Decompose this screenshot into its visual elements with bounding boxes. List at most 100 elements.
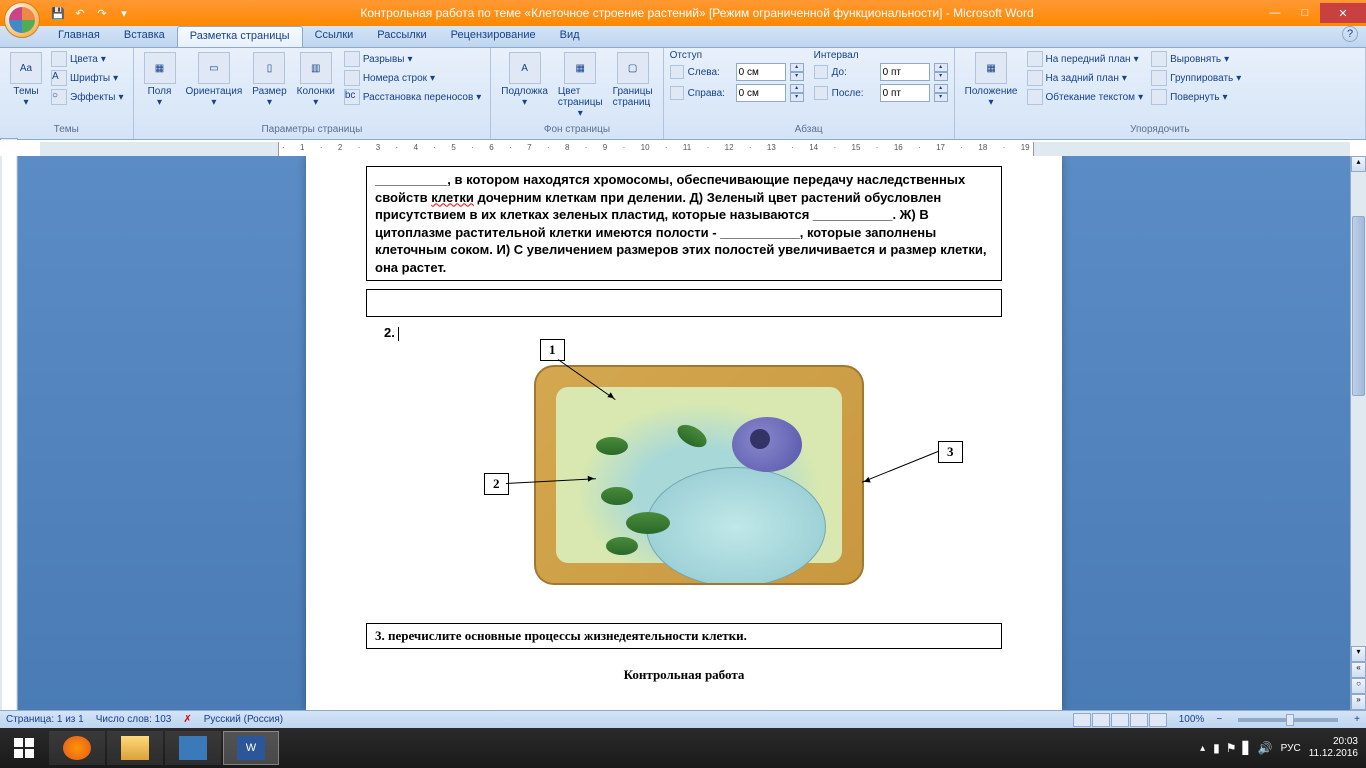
orientation-button[interactable]: ▭Ориентация▾ xyxy=(182,50,247,110)
print-layout-view[interactable] xyxy=(1073,713,1091,727)
themes-button[interactable]: AaТемы▾ xyxy=(6,50,46,110)
scroll-up-button[interactable]: ▴ xyxy=(1351,156,1366,172)
language-indicator[interactable]: РУС xyxy=(1281,743,1301,754)
outline-view[interactable] xyxy=(1130,713,1148,727)
breaks-button[interactable]: Разрывы ▾ xyxy=(341,50,484,68)
answer-box-1[interactable] xyxy=(366,289,1002,317)
tab-view[interactable]: Вид xyxy=(548,26,592,47)
next-page-button[interactable]: » xyxy=(1351,694,1366,710)
tab-review[interactable]: Рецензирование xyxy=(439,26,548,47)
page-borders-button[interactable]: ▢Границы страниц xyxy=(609,50,657,110)
line-numbers-button[interactable]: Номера строк ▾ xyxy=(341,69,484,87)
group-themes: AaТемы▾ Цвета ▾ AШрифты ▾ ○Эффекты ▾ Тем… xyxy=(0,48,134,139)
spacing-before-input[interactable] xyxy=(880,63,930,81)
tray-show-hidden[interactable]: ▴ xyxy=(1200,743,1205,754)
spacing-before-icon xyxy=(814,65,828,79)
align-button[interactable]: Выровнять ▾ xyxy=(1148,50,1244,68)
spacing-before-spinner[interactable]: ▴▾ xyxy=(934,63,948,81)
action-center-icon[interactable]: ⚑ xyxy=(1226,741,1237,755)
group-button[interactable]: Группировать ▾ xyxy=(1148,69,1244,87)
pagecolor-label: Цвет страницы xyxy=(558,86,603,108)
indent-right-spinner[interactable]: ▴▾ xyxy=(790,84,804,102)
indent-right-input[interactable] xyxy=(736,84,786,102)
theme-effects-button[interactable]: ○Эффекты ▾ xyxy=(48,88,127,106)
redo-button[interactable]: ↷ xyxy=(92,4,112,22)
view-buttons xyxy=(1073,713,1167,727)
proofing-icon[interactable]: ✗ xyxy=(183,714,191,725)
tab-mailings[interactable]: Рассылки xyxy=(365,26,438,47)
prev-page-button[interactable]: « xyxy=(1351,662,1366,678)
page-color-button[interactable]: ▦Цвет страницы▾ xyxy=(554,50,607,121)
office-button[interactable] xyxy=(4,2,40,38)
tab-page-layout[interactable]: Разметка страницы xyxy=(177,26,303,47)
send-back-button[interactable]: На задний план ▾ xyxy=(1024,69,1147,87)
question-1-text[interactable]: __________, в котором находятся хромосом… xyxy=(366,166,1002,281)
theme-fonts-button[interactable]: AШрифты ▾ xyxy=(48,69,127,87)
chloroplast-icon xyxy=(606,537,638,555)
indent-left-spinner[interactable]: ▴▾ xyxy=(790,63,804,81)
browse-object-button[interactable]: ○ xyxy=(1351,678,1366,694)
taskbar-app[interactable] xyxy=(165,731,221,765)
zoom-out-button[interactable]: − xyxy=(1216,714,1222,725)
hyphenation-button[interactable]: bcРасстановка переносов ▾ xyxy=(341,88,484,106)
maximize-button[interactable]: □ xyxy=(1290,3,1320,23)
question-3-text[interactable]: 3. перечислите основные процессы жизнеде… xyxy=(366,623,1002,649)
diagram-label-3[interactable]: 3 xyxy=(938,441,963,463)
vertical-scrollbar[interactable]: ▴ ▾ « ○ » xyxy=(1350,156,1366,710)
tab-references[interactable]: Ссылки xyxy=(303,26,366,47)
help-icon[interactable]: ? xyxy=(1342,26,1358,42)
status-language[interactable]: Русский (Россия) xyxy=(204,714,283,725)
question-2-number: 2. xyxy=(384,325,1002,341)
themes-label: Темы xyxy=(13,86,38,97)
statusbar: Страница: 1 из 1 Число слов: 103 ✗ Русск… xyxy=(0,710,1366,728)
watermark-button[interactable]: AПодложка▾ xyxy=(497,50,552,110)
draft-view[interactable] xyxy=(1149,713,1167,727)
start-button[interactable] xyxy=(0,728,48,768)
volume-icon[interactable]: 🔊 xyxy=(1258,741,1273,755)
save-button[interactable]: 💾 xyxy=(48,4,68,22)
taskbar-clock[interactable]: 20:03 11.12.2016 xyxy=(1309,736,1358,760)
full-screen-view[interactable] xyxy=(1092,713,1110,727)
diagram-label-2[interactable]: 2 xyxy=(484,473,509,495)
taskbar-explorer[interactable] xyxy=(107,731,163,765)
status-word-count[interactable]: Число слов: 103 xyxy=(96,714,172,725)
rotate-button[interactable]: Повернуть ▾ xyxy=(1148,88,1244,106)
indent-right-label: Справа: xyxy=(688,88,732,99)
watermark-label: Подложка xyxy=(501,86,548,97)
tab-home[interactable]: Главная xyxy=(46,26,112,47)
vertical-ruler[interactable] xyxy=(0,156,18,710)
taskbar-firefox[interactable] xyxy=(49,731,105,765)
margins-button[interactable]: ▦Поля▾ xyxy=(140,50,180,110)
undo-button[interactable]: ↶ xyxy=(70,4,90,22)
battery-icon[interactable]: ▮ xyxy=(1213,741,1220,755)
zoom-level[interactable]: 100% xyxy=(1179,714,1205,725)
spacing-after-spinner[interactable]: ▴▾ xyxy=(934,84,948,102)
cell-image[interactable] xyxy=(534,365,864,585)
zoom-slider-thumb[interactable] xyxy=(1286,714,1294,726)
scroll-thumb[interactable] xyxy=(1352,216,1365,396)
minimize-button[interactable]: — xyxy=(1260,3,1290,23)
columns-button[interactable]: ▥Колонки▾ xyxy=(293,50,339,110)
ribbon: AaТемы▾ Цвета ▾ AШрифты ▾ ○Эффекты ▾ Тем… xyxy=(0,48,1366,140)
text-wrap-button[interactable]: Обтекание текстом ▾ xyxy=(1024,88,1147,106)
web-layout-view[interactable] xyxy=(1111,713,1129,727)
tab-insert[interactable]: Вставка xyxy=(112,26,177,47)
position-button[interactable]: ▦Положение▾ xyxy=(961,50,1022,110)
taskbar-word[interactable]: W xyxy=(223,731,279,765)
bring-front-button[interactable]: На передний план ▾ xyxy=(1024,50,1147,68)
size-button[interactable]: ▯Размер▾ xyxy=(248,50,290,110)
status-page[interactable]: Страница: 1 из 1 xyxy=(6,714,84,725)
document-page[interactable]: __________, в котором находятся хромосом… xyxy=(306,156,1062,710)
close-button[interactable]: ✕ xyxy=(1320,3,1366,23)
diagram-label-1[interactable]: 1 xyxy=(540,339,565,361)
zoom-slider[interactable] xyxy=(1238,718,1338,722)
clock-time: 20:03 xyxy=(1309,736,1358,748)
scroll-down-button[interactable]: ▾ xyxy=(1351,646,1366,662)
indent-left-input[interactable] xyxy=(736,63,786,81)
group-page-setup: ▦Поля▾ ▭Ориентация▾ ▯Размер▾ ▥Колонки▾ Р… xyxy=(134,48,492,139)
qat-customize[interactable]: ▾ xyxy=(114,4,134,22)
network-icon[interactable]: ▋ xyxy=(1242,741,1251,755)
zoom-in-button[interactable]: + xyxy=(1354,714,1360,725)
spacing-after-input[interactable] xyxy=(880,84,930,102)
theme-colors-button[interactable]: Цвета ▾ xyxy=(48,50,127,68)
